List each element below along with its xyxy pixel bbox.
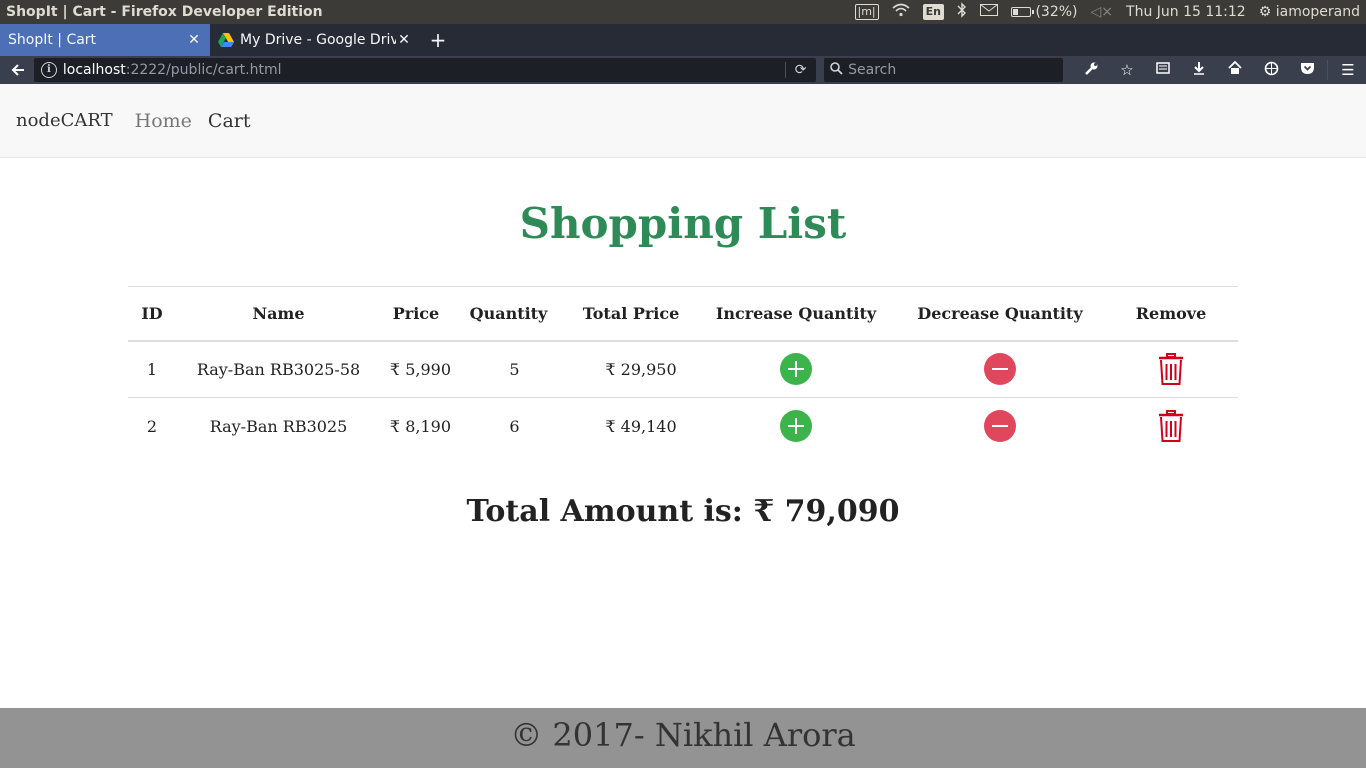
search-placeholder: Search bbox=[848, 62, 897, 78]
tab-label: My Drive - Google Drive bbox=[240, 32, 396, 48]
toolbar-separator bbox=[1327, 60, 1329, 80]
column-header: Name bbox=[176, 286, 381, 342]
volume-muted-icon[interactable]: ◁× bbox=[1091, 3, 1114, 21]
cart-table: ID Name Price Quantity Total Price Incre… bbox=[128, 286, 1238, 455]
trash-icon[interactable] bbox=[1158, 410, 1184, 443]
total-amount: Total Amount is: ₹ 79,090 bbox=[466, 494, 900, 529]
cell-remove bbox=[1104, 340, 1238, 398]
nav-link-cart[interactable]: Cart bbox=[208, 110, 251, 132]
column-header: Decrease Quantity bbox=[896, 286, 1104, 342]
app-indicator-icon[interactable]: |m| bbox=[854, 4, 879, 20]
cell-remove bbox=[1104, 398, 1238, 455]
google-drive-icon bbox=[218, 33, 234, 47]
cell-id: 1 bbox=[128, 340, 176, 398]
table-row: 2 Ray-Ban RB3025 ₹ 8,190 6 ₹ 49,140 bbox=[128, 398, 1238, 455]
decrease-quantity-button[interactable] bbox=[984, 353, 1016, 386]
cell-price: ₹ 5,990 bbox=[381, 340, 451, 398]
download-icon[interactable] bbox=[1181, 61, 1217, 79]
wifi-icon[interactable] bbox=[892, 3, 910, 22]
column-header: Remove bbox=[1104, 286, 1238, 342]
cell-name: Ray-Ban RB3025-58 bbox=[176, 340, 381, 398]
cell-name: Ray-Ban RB3025 bbox=[209, 416, 348, 436]
column-header: Quantity bbox=[451, 286, 566, 342]
url-bar[interactable]: i localhost:2222/public/cart.html ⟳ bbox=[33, 58, 817, 82]
battery-indicator[interactable]: (32%) bbox=[1011, 4, 1078, 20]
user-name: iamoperand bbox=[1275, 4, 1360, 20]
cell-price: ₹ 8,190 bbox=[389, 416, 451, 436]
bookmark-star-icon[interactable]: ☆ bbox=[1109, 61, 1145, 79]
hamburger-menu-icon[interactable]: ☰ bbox=[1330, 61, 1366, 79]
site-info-icon[interactable]: i bbox=[40, 62, 57, 78]
system-indicators: |m| En (32%) ◁× Thu Jun 15 11:12 ⚙ iamop… bbox=[854, 1, 1366, 23]
column-header: Total Price bbox=[566, 286, 696, 342]
back-button[interactable] bbox=[6, 59, 30, 81]
column-header: Price bbox=[381, 286, 451, 342]
developer-tools-icon[interactable] bbox=[1253, 61, 1289, 80]
cell-increase bbox=[696, 340, 896, 398]
trash-icon[interactable] bbox=[1158, 353, 1184, 386]
column-header: ID bbox=[128, 286, 176, 342]
increase-quantity-button[interactable] bbox=[780, 353, 812, 386]
search-icon bbox=[830, 61, 843, 79]
site-brand[interactable]: nodeCART bbox=[16, 110, 113, 131]
table-row: 1 Ray-Ban RB3025-58 ₹ 5,990 5 ₹ 29,950 bbox=[128, 340, 1238, 398]
user-menu[interactable]: ⚙ iamoperand bbox=[1259, 4, 1360, 20]
window-title: ShopIt | Cart - Firefox Developer Editio… bbox=[6, 4, 323, 20]
decrease-quantity-button[interactable] bbox=[984, 410, 1016, 443]
pocket-icon[interactable] bbox=[1289, 61, 1325, 79]
close-tab-icon[interactable]: ✕ bbox=[186, 32, 202, 48]
tab-label: ShopIt | Cart bbox=[8, 32, 97, 48]
close-tab-icon[interactable]: ✕ bbox=[396, 32, 412, 48]
tab-google-drive[interactable]: My Drive - Google Drive ✕ bbox=[210, 24, 420, 56]
nav-link-home[interactable]: Home bbox=[135, 110, 192, 132]
home-icon[interactable] bbox=[1217, 60, 1253, 79]
page-viewport: nodeCART Home Cart Shopping List ID Name… bbox=[0, 84, 1366, 768]
os-top-bar: ShopIt | Cart - Firefox Developer Editio… bbox=[0, 0, 1366, 24]
page-title: Shopping List bbox=[519, 199, 847, 248]
clock[interactable]: Thu Jun 15 11:12 bbox=[1126, 4, 1246, 20]
search-input[interactable]: Search bbox=[824, 58, 1064, 82]
reload-icon[interactable]: ⟳ bbox=[785, 62, 815, 78]
cell-decrease bbox=[896, 398, 1104, 455]
page-footer: © 2017- Nikhil Arora bbox=[0, 708, 1366, 768]
cell-total-price: ₹ 49,140 bbox=[605, 416, 677, 436]
site-navbar: nodeCART Home Cart bbox=[0, 84, 1366, 158]
table-header-row: ID Name Price Quantity Total Price Incre… bbox=[128, 286, 1238, 342]
bluetooth-icon[interactable] bbox=[957, 1, 967, 23]
toolbar-icons: ☆ ☰ bbox=[1073, 60, 1366, 80]
increase-quantity-button[interactable] bbox=[780, 410, 812, 443]
tab-shopit-cart[interactable]: ShopIt | Cart ✕ bbox=[0, 24, 210, 56]
mail-icon[interactable] bbox=[980, 3, 999, 21]
reader-list-icon[interactable] bbox=[1145, 61, 1181, 79]
keyboard-layout-indicator[interactable]: En bbox=[922, 4, 945, 20]
battery-icon bbox=[1011, 7, 1035, 17]
url-path: :2222/public/cart.html bbox=[125, 62, 282, 78]
cell-quantity: 5 bbox=[451, 340, 566, 398]
cell-increase bbox=[696, 398, 896, 455]
browser-nav-toolbar: i localhost:2222/public/cart.html ⟳ Sear… bbox=[0, 56, 1366, 84]
cell-decrease bbox=[896, 340, 1104, 398]
gear-icon: ⚙ bbox=[1258, 4, 1272, 20]
new-tab-button[interactable]: + bbox=[420, 24, 456, 56]
column-header: Increase Quantity bbox=[696, 286, 896, 342]
cell-total-price: ₹ 29,950 bbox=[566, 340, 696, 398]
cell-id: 2 bbox=[146, 416, 158, 436]
browser-tab-strip: ShopIt | Cart ✕ My Drive - Google Drive … bbox=[0, 24, 1366, 56]
battery-percent: (32%) bbox=[1035, 4, 1078, 20]
wrench-icon[interactable] bbox=[1073, 61, 1109, 80]
battery-level bbox=[1013, 9, 1019, 15]
back-arrow-icon bbox=[11, 64, 24, 76]
url-host: localhost bbox=[62, 62, 126, 78]
cell-quantity: 6 bbox=[509, 416, 520, 436]
